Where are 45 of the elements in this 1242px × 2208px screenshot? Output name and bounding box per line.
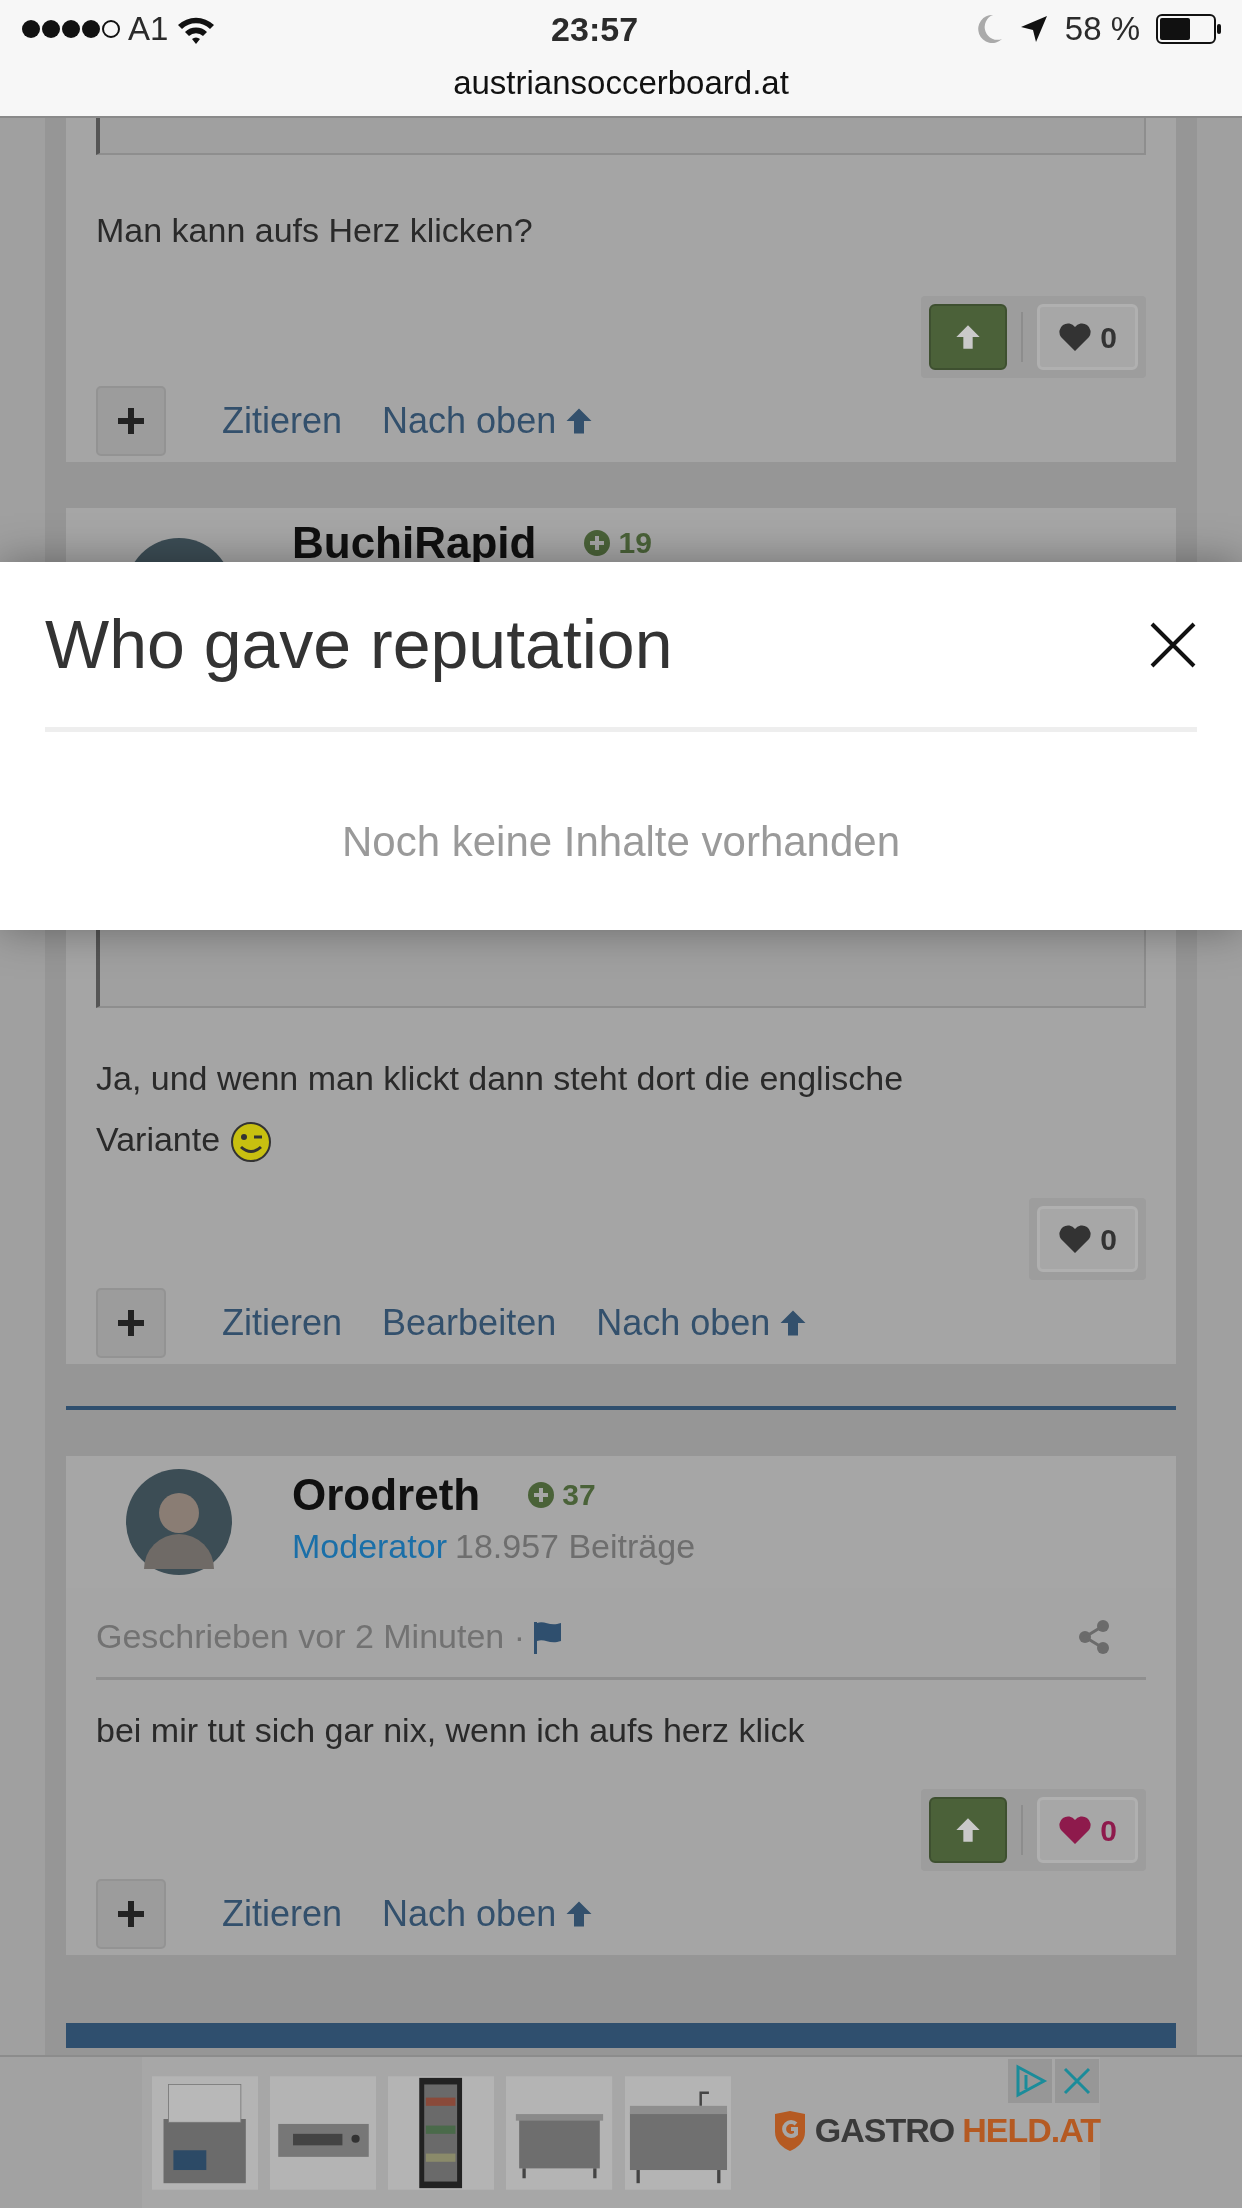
plus-circle-icon	[528, 1481, 555, 1508]
post-text: bei mir tut sich gar nix, wenn ich aufs herz klick	[96, 1710, 806, 1751]
username[interactable]: Orodreth	[292, 1472, 481, 1517]
empty-message: Noch keine Inhalte vorhanden	[340, 817, 902, 867]
brand-logo-text: GASTRO HELD.AT	[814, 2110, 1100, 2151]
signal-icon	[20, 18, 120, 40]
post-text: Man kann aufs Herz klicken?	[96, 210, 534, 251]
role-link[interactable]: Moderator	[292, 1521, 447, 1572]
plus-icon	[118, 1310, 144, 1336]
post-count: 18.957 Beiträge	[454, 1526, 696, 1567]
post-text: Ja, und wenn man klickt dann steht dort die englische Variante	[96, 1048, 1146, 1170]
heart-icon	[1058, 1815, 1093, 1845]
flag-icon[interactable]	[533, 1619, 563, 1654]
plus-icon	[118, 1901, 144, 1927]
action-link[interactable]: Zitieren	[222, 1887, 343, 1941]
heart-icon	[1058, 322, 1093, 352]
close-button[interactable]	[1149, 620, 1197, 669]
plus-button[interactable]	[96, 1879, 166, 1949]
back-to-top-link[interactable]: Nach oben	[382, 1887, 595, 1941]
like-button[interactable]: 0	[1037, 1797, 1138, 1863]
back-to-top-link[interactable]: Nach oben	[382, 394, 595, 448]
action-link[interactable]: Bearbeiten	[382, 1296, 557, 1350]
reputation-count: 19	[584, 520, 652, 565]
username[interactable]: BuchiRapid	[292, 520, 537, 565]
like-button[interactable]: 0	[1037, 304, 1138, 370]
plus-circle-icon	[584, 529, 611, 556]
plus-icon	[118, 408, 144, 434]
battery-percent: 58 %	[1064, 9, 1140, 50]
reputation-count: 37	[528, 1472, 596, 1517]
plus-button[interactable]	[96, 386, 166, 456]
battery-icon	[1156, 14, 1222, 44]
back-to-top-link[interactable]: Nach oben	[596, 1296, 809, 1350]
heart-icon	[1058, 1224, 1093, 1254]
action-link[interactable]: Zitieren	[222, 394, 343, 448]
clock-time: 23:57	[551, 8, 639, 50]
plus-button[interactable]	[96, 1288, 166, 1358]
carrier-label: A1	[128, 9, 169, 50]
like-button[interactable]: 0	[1037, 1206, 1138, 1272]
upvote-button[interactable]	[929, 1797, 1008, 1863]
action-link[interactable]: Zitieren	[222, 1296, 343, 1350]
shield-logo-icon	[772, 2109, 807, 2152]
upvote-button[interactable]	[929, 304, 1008, 370]
dialog-title: Who gave reputation	[45, 604, 673, 684]
url-address: austriansoccerboard.at	[452, 63, 790, 103]
close-icon	[1149, 620, 1197, 669]
